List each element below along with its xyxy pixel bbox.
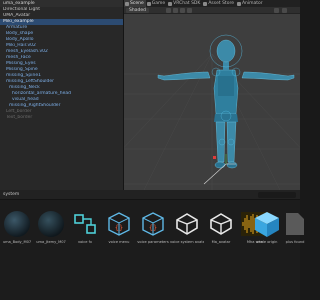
lighting-toggle-icon[interactable]: [173, 8, 178, 13]
scriptable-object-icon: {}: [108, 212, 130, 236]
sphere-dark-icon: [4, 211, 30, 237]
hierarchy-item-label: visual_head: [12, 97, 39, 102]
asset-label: voice fx: [77, 240, 93, 244]
hierarchy-item-label: Directional Light: [3, 7, 40, 12]
project-assets-grid: uma_Body_M07 uma_Jtemy_M07 voice fx {} v…: [0, 200, 304, 300]
asset-label: voice system avatar: [170, 240, 204, 244]
hierarchy-item-label: mesh_Eyelash.v02: [6, 49, 48, 54]
gizmos-icon[interactable]: [274, 8, 279, 13]
asset-label: Ma_avatar: [211, 240, 231, 244]
audio-toggle-icon[interactable]: [180, 8, 185, 13]
asset-label: voice parameters: [137, 240, 169, 244]
hierarchy-item-label: Body_shape: [6, 31, 34, 36]
tab-scene-label: Scene: [130, 1, 144, 6]
hierarchy-list: Directional Light UMA_Avatar Miki_example A…: [0, 7, 123, 121]
tab-asset-store[interactable]: Asset Store: [202, 0, 236, 7]
hierarchy-item-label: missing_LeftShoulder: [6, 79, 55, 84]
scene-root-row[interactable]: uma_example: [0, 0, 123, 7]
tab-game[interactable]: Game: [146, 0, 167, 7]
hierarchy-item-label: Missing_Spine: [6, 67, 38, 72]
scene-icon: [125, 1, 129, 6]
gizmo-x-handle[interactable]: [213, 156, 216, 159]
svg-text:{}: {}: [149, 224, 157, 232]
animator-icon: [236, 1, 241, 6]
project-path-label: system: [3, 192, 20, 197]
svg-text:{}: {}: [115, 224, 123, 232]
asset-tile[interactable]: uma_Jtemy_M07: [34, 209, 68, 249]
asset-label: plus found: [285, 240, 305, 244]
tab-animator-label: Animator: [241, 1, 263, 6]
asset-tile[interactable]: plus found: [278, 209, 312, 249]
tab-vrchat-sdk[interactable]: VRChat SDK: [167, 0, 202, 7]
asset-tile[interactable]: Ma_avatar: [204, 209, 238, 249]
editor-tab-bar: Scene Game VRChat SDK Asset Store Animat…: [124, 0, 300, 7]
asset-label: uma_Body_M07: [2, 240, 32, 244]
effects-toggle-icon[interactable]: [187, 8, 192, 13]
blend-tree-icon: [74, 214, 96, 234]
scriptable-object-icon: {}: [142, 212, 164, 236]
scene-toolbar: Shaded: [124, 7, 300, 14]
asset-tile[interactable]: uma_Body_M07: [0, 209, 34, 249]
tab-vrchat-sdk-label: VRChat SDK: [173, 1, 201, 6]
hierarchy-item-label: missing_Spine1: [6, 73, 41, 78]
hierarchy-item-label: Left_border: [6, 109, 32, 114]
scene-viewport[interactable]: [124, 14, 300, 190]
hierarchy-item-label: Armature: [6, 25, 28, 30]
hierarchy-item[interactable]: Text_border: [0, 115, 123, 121]
tab-animator[interactable]: Animator: [236, 0, 265, 7]
unity-logo-icon: [210, 213, 232, 235]
asset-tile[interactable]: {} voice parameters: [136, 209, 170, 249]
gamepad-icon: [146, 1, 151, 6]
hierarchy-item-label: UMA_Avatar: [3, 13, 31, 18]
vrchat-icon: [168, 1, 173, 6]
asset-tile[interactable]: {} voice menu: [102, 209, 136, 249]
hierarchy-item-label: mesh_Face: [6, 55, 31, 60]
asset-tile[interactable]: voice fx: [68, 209, 102, 249]
project-header: system: [0, 190, 300, 200]
hierarchy-item-label: Text_border: [6, 115, 33, 120]
project-search-input[interactable]: [258, 192, 296, 198]
asset-label: uma_Jtemy_M07: [36, 240, 66, 244]
sphere-dark-icon: [38, 211, 64, 237]
hierarchy-item-label: horizontal_armature_head: [12, 91, 71, 96]
scene-view: Scene Game VRChat SDK Asset Store Animat…: [124, 0, 300, 190]
hierarchy-item-label: Miki_example: [3, 19, 34, 24]
shading-mode-label: Shaded: [129, 8, 146, 13]
asset-label: voice menu: [108, 240, 130, 244]
2d-toggle-icon[interactable]: [166, 8, 171, 13]
hierarchy-item-label: Miki_Hair.v02: [6, 43, 36, 48]
shading-mode-dropdown[interactable]: Shaded: [126, 8, 149, 13]
hierarchy-item-label: Body_Apollo: [6, 37, 34, 42]
hierarchy-item-label: Missing_Eyes: [6, 61, 36, 66]
scene-root-label: uma_example: [3, 1, 35, 6]
unity-logo-icon: [176, 213, 198, 235]
hierarchy-item-label: missing_Neck: [9, 85, 40, 90]
search-icon[interactable]: [282, 8, 287, 13]
asset-tile[interactable]: voice system avatar: [170, 209, 204, 249]
store-icon: [203, 1, 208, 6]
file-icon: [286, 213, 304, 235]
hierarchy-item-label: missing_RightShoulder: [9, 103, 61, 108]
tab-game-label: Game: [151, 1, 166, 6]
tab-asset-store-label: Asset Store: [208, 1, 234, 6]
hierarchy-panel: uma_example Directional Light UMA_Avatar M…: [0, 0, 124, 190]
tab-scene[interactable]: Scene: [124, 0, 146, 7]
